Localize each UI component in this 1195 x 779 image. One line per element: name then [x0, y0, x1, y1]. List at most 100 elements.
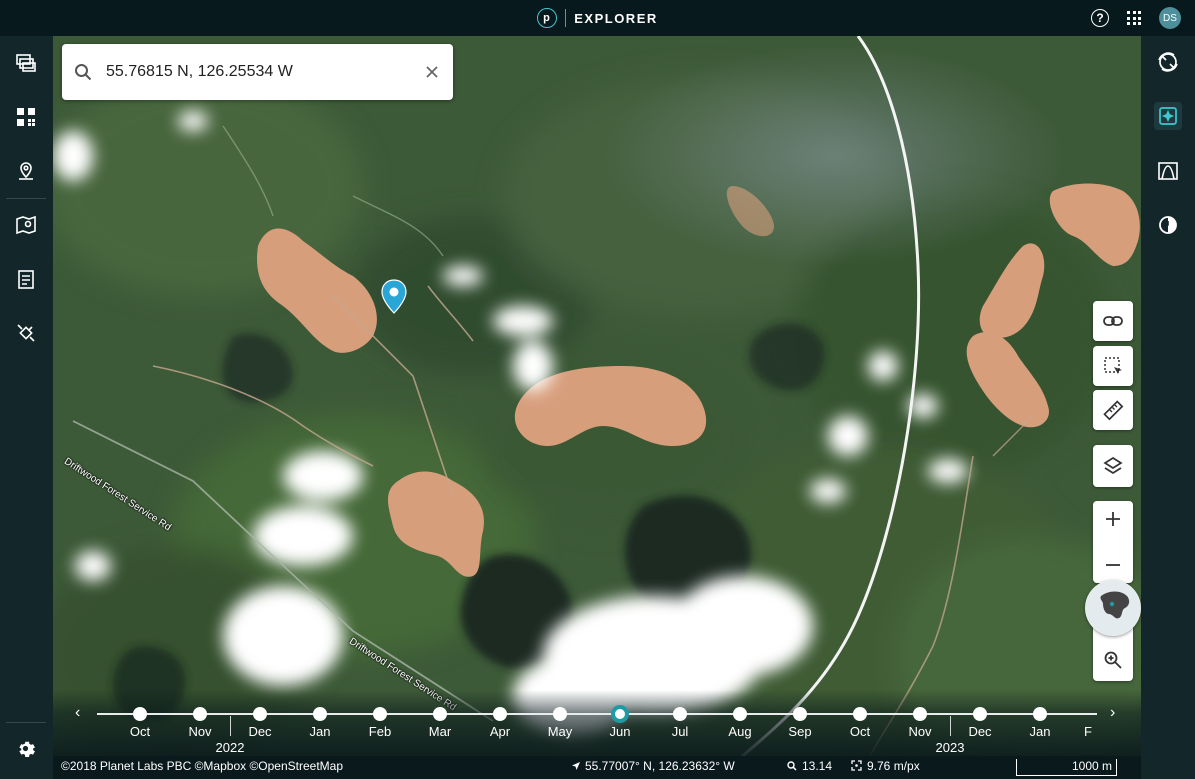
timeline-dot[interactable] [1033, 707, 1047, 721]
timeline-dot[interactable] [553, 707, 567, 721]
timeline-dot[interactable] [733, 707, 747, 721]
cursor-arrow-icon [572, 762, 580, 770]
area-select-button[interactable] [1093, 346, 1133, 386]
timeline-dot[interactable] [673, 707, 687, 721]
resolution-value: 9.76 m/px [867, 759, 920, 773]
timeline-month-label[interactable]: Jul [672, 724, 689, 739]
timeline-dot[interactable] [193, 707, 207, 721]
map-attribution[interactable]: ©2018 Planet Labs PBC ©Mapbox ©OpenStree… [61, 759, 343, 773]
timeline-dot-selected[interactable] [611, 705, 629, 723]
satellite-tasking-icon[interactable] [13, 320, 39, 346]
zoom-magnifier-icon [787, 761, 797, 771]
timeline-dot[interactable] [313, 707, 327, 721]
elevation-profile-icon[interactable] [1154, 157, 1182, 185]
mosaics-icon[interactable] [13, 50, 39, 76]
timeline-dot[interactable] [853, 707, 867, 721]
search-icon[interactable] [74, 63, 92, 81]
layers-button[interactable] [1093, 445, 1133, 487]
timeline-dot[interactable] [973, 707, 987, 721]
globe-icon [1086, 581, 1140, 635]
qr-grid-icon[interactable] [13, 104, 39, 130]
zoom-level-value: 13.14 [802, 759, 833, 773]
timeline-year-2022: 2022 [215, 740, 245, 755]
year-tick-2022 [230, 716, 231, 736]
timeline-dot[interactable] [913, 707, 927, 721]
layers-icon [1103, 456, 1123, 475]
left-sidebar [0, 36, 53, 779]
timeline-month-label[interactable]: May [548, 724, 573, 739]
share-link-button[interactable] [1093, 301, 1133, 341]
timeline-dot[interactable] [253, 707, 267, 721]
year-tick-2023 [950, 716, 951, 736]
zoom-in-icon[interactable] [1104, 510, 1122, 528]
logo-letter: p [543, 12, 552, 24]
brand[interactable]: p EXPLORER [537, 8, 658, 28]
timeline-dot[interactable] [133, 707, 147, 721]
resolution-icon [851, 760, 862, 771]
settings-gear-icon[interactable] [13, 736, 39, 762]
timeline-month-label[interactable]: Oct [130, 724, 150, 739]
status-bar: ©2018 Planet Labs PBC ©Mapbox ©OpenStree… [53, 756, 1141, 779]
time-clock-icon[interactable] [1154, 211, 1182, 239]
timeline-dot[interactable] [433, 707, 447, 721]
cursor-coordinates-value: 55.77007° N, 126.23632° W [585, 759, 735, 773]
zoom-controls [1093, 501, 1133, 583]
right-sidebar [1141, 36, 1195, 779]
timeline-month-label[interactable]: Dec [968, 724, 991, 739]
timeline-month-label[interactable]: Jan [1030, 724, 1051, 739]
timeline-month-label[interactable]: F [1084, 724, 1092, 739]
timeline-month-label[interactable]: Apr [490, 724, 510, 739]
clear-search-icon[interactable] [425, 65, 439, 79]
link-icon [1103, 316, 1123, 326]
timeline-month-label[interactable]: Jan [310, 724, 331, 739]
timeline-month-label[interactable]: Mar [429, 724, 451, 739]
overview-globe[interactable] [1085, 580, 1141, 636]
ruler-icon [1103, 400, 1124, 421]
timeline-month-label[interactable]: Aug [728, 724, 751, 739]
location-search-box [62, 44, 453, 100]
timeline-track[interactable] [97, 713, 1097, 715]
timeline-prev-icon[interactable]: ‹ [75, 705, 80, 721]
analysis-sparkle-icon[interactable] [1154, 102, 1182, 130]
compare-rotate-icon[interactable] [1154, 48, 1182, 76]
timeline-month-label[interactable]: Nov [908, 724, 931, 739]
help-icon[interactable]: ? [1091, 9, 1109, 27]
timeline-month-label[interactable]: Feb [369, 724, 391, 739]
scale-bar: 1000 m [1016, 759, 1117, 776]
timeline-month-label[interactable]: Jun [610, 724, 631, 739]
timeline-scrubber[interactable]: ‹ 2022 2023 › Oct Nov Dec Jan Feb Mar Apr May Ju… [53, 690, 1141, 756]
map-location-icon[interactable] [13, 212, 39, 238]
timeline-dot[interactable] [493, 707, 507, 721]
map-canvas[interactable]: Driftwood Forest Service Rd Driftwood Fo… [53, 36, 1141, 779]
zoom-level: 13.14 [787, 759, 832, 773]
app-title: EXPLORER [574, 10, 658, 26]
sidebar-divider [6, 198, 46, 199]
top-right-actions: ? DS [1091, 0, 1181, 36]
magnify-plus-icon [1104, 651, 1122, 669]
timeline-year-2023: 2023 [935, 740, 965, 755]
location-pin-icon[interactable] [13, 158, 39, 184]
select-area-icon [1104, 357, 1122, 374]
brand-divider [565, 9, 567, 27]
planet-logo-icon: p [537, 8, 558, 28]
report-document-icon[interactable] [13, 266, 39, 292]
timeline-month-label[interactable]: Dec [248, 724, 271, 739]
timeline-month-label[interactable]: Nov [188, 724, 211, 739]
search-input[interactable] [106, 63, 406, 81]
resolution: 9.76 m/px [851, 759, 920, 773]
measure-button[interactable] [1093, 390, 1133, 430]
cursor-coordinates: 55.77007° N, 126.23632° W [571, 759, 735, 773]
sidebar-divider-bottom [6, 722, 46, 723]
timeline-dot[interactable] [793, 707, 807, 721]
zoom-out-icon[interactable] [1104, 556, 1122, 574]
location-marker-icon[interactable] [380, 279, 408, 315]
explorer-app: p EXPLORER ? DS Driftwood Forest Service… [0, 0, 1195, 779]
apps-grid-icon[interactable] [1127, 11, 1141, 25]
timeline-dot[interactable] [373, 707, 387, 721]
timeline-next-icon[interactable]: › [1110, 705, 1115, 721]
top-bar: p EXPLORER ? DS [0, 0, 1195, 36]
timeline-month-label[interactable]: Oct [850, 724, 870, 739]
timeline-month-label[interactable]: Sep [788, 724, 811, 739]
user-avatar[interactable]: DS [1159, 7, 1181, 29]
satellite-imagery [53, 36, 1141, 779]
